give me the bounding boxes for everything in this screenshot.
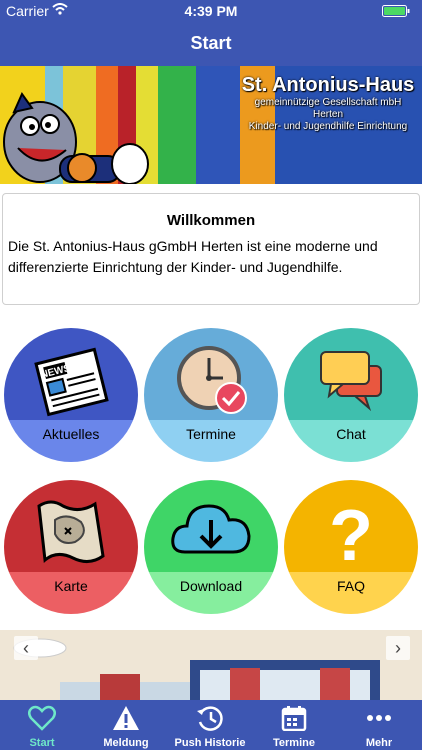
- tile-label: Termine: [186, 426, 236, 442]
- tile-download[interactable]: Download: [144, 480, 278, 614]
- download-icon: [171, 504, 251, 554]
- tab-label: Mehr: [365, 737, 393, 749]
- tile-label: FAQ: [336, 578, 365, 594]
- mascot-illustration: [3, 91, 149, 184]
- welcome-title: Willkommen: [166, 212, 256, 229]
- heart-icon: [28, 705, 56, 731]
- carousel-prev-icon[interactable]: ‹: [14, 636, 38, 660]
- tab-label: Start: [29, 737, 55, 749]
- svg-text:?: ?: [329, 496, 373, 570]
- calendar-icon: [281, 706, 307, 731]
- navigation-bar: Carrier 4:39 PM Start: [0, 0, 422, 66]
- page-title: Start: [190, 33, 232, 53]
- warning-icon: [113, 706, 139, 730]
- tile-faq[interactable]: ? FAQ: [284, 480, 418, 614]
- banner-subtitle-1: gemeinnützige Gesellschaft mbH Herten: [254, 97, 402, 120]
- battery-icon: [382, 5, 410, 17]
- tab-push-historie[interactable]: Push Historie: [168, 700, 252, 750]
- tab-label: Push Historie: [174, 737, 246, 749]
- tile-termine[interactable]: Termine: [144, 328, 278, 462]
- clock-label: 4:39 PM: [184, 3, 238, 19]
- tile-aktuelles[interactable]: NEWS Aktuelles: [4, 328, 138, 462]
- tab-mehr[interactable]: Mehr: [336, 700, 422, 750]
- banner-text: St. Antonius-Haus gemeinnützige Gesellsc…: [240, 74, 416, 133]
- tab-bar: Start Meldung Push Historie Termine Mehr: [0, 700, 422, 750]
- newspaper-icon: NEWS: [34, 347, 109, 417]
- tab-start[interactable]: Start: [0, 700, 84, 750]
- tab-label: Meldung: [103, 737, 149, 749]
- tile-chat[interactable]: Chat: [284, 328, 418, 462]
- question-icon: ?: [329, 496, 373, 570]
- tab-termine[interactable]: Termine: [252, 700, 336, 750]
- map-icon: [37, 500, 105, 563]
- room-photo: [0, 630, 422, 700]
- chat-icon: [320, 351, 382, 412]
- welcome-card: Willkommen Die St. Antonius-Haus gGmbH H…: [2, 193, 420, 305]
- more-icon: [367, 715, 391, 721]
- tile-label: Download: [179, 578, 243, 594]
- welcome-text: Die St. Antonius-Haus gGmbH Herten ist e…: [8, 238, 378, 275]
- tile-label: Karte: [54, 578, 88, 594]
- photo-carousel[interactable]: ‹ ›: [0, 630, 422, 700]
- tile-label: Aktuelles: [42, 426, 100, 442]
- banner-subtitle-2: Kinder- und Jugendhilfe Einrichtung: [248, 121, 408, 132]
- status-bar: Carrier 4:39 PM: [0, 0, 422, 22]
- carousel-next-icon[interactable]: ›: [386, 636, 410, 660]
- tile-karte[interactable]: Karte: [4, 480, 138, 614]
- tile-label: Chat: [336, 426, 366, 442]
- clock-icon: [177, 346, 247, 414]
- history-icon: [197, 706, 223, 731]
- tab-label: Termine: [273, 737, 315, 749]
- header-banner: St. Antonius-Haus gemeinnützige Gesellsc…: [0, 66, 422, 184]
- banner-title: St. Antonius-Haus: [241, 74, 415, 96]
- tab-meldung[interactable]: Meldung: [84, 700, 168, 750]
